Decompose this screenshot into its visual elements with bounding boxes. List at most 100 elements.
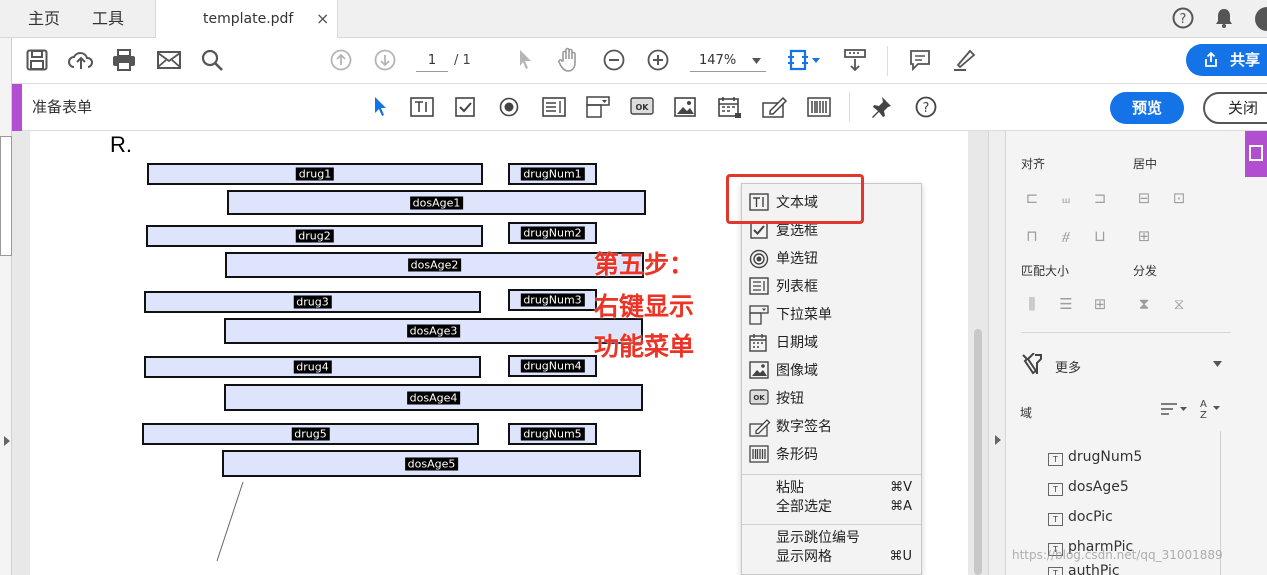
form-field-dosage1[interactable]: dosAge1 [227, 190, 646, 215]
bell-icon[interactable] [1214, 7, 1234, 29]
calendar-icon [749, 333, 769, 353]
form-field-drug4[interactable]: drug4 [144, 356, 481, 378]
field-list-item[interactable]: TdrugNum5 [1048, 448, 1142, 466]
page-fit-icon[interactable] [787, 47, 823, 73]
preview-button[interactable]: 预览 [1110, 92, 1184, 124]
close-form-button[interactable]: 关闭 [1203, 92, 1267, 124]
next-page-icon[interactable] [374, 49, 396, 71]
menu-item-image[interactable]: 图像域 [742, 357, 921, 385]
menu-item-radio[interactable]: 单选钮 [742, 245, 921, 273]
field-label: drug3 [293, 295, 332, 309]
menu-item-paste[interactable]: 粘贴 ⌘V [742, 478, 921, 498]
ok-button-tool-icon[interactable]: OK [630, 97, 654, 115]
form-field-drugnum1[interactable]: drugNum1 [508, 163, 597, 185]
form-field-drugnum2[interactable]: drugNum2 [508, 222, 597, 244]
close-tab-icon[interactable]: × [316, 0, 329, 38]
zoom-in-icon[interactable] [647, 49, 669, 71]
barcode-tool-icon[interactable] [807, 97, 831, 117]
checkbox-tool-icon[interactable] [455, 97, 475, 117]
form-field-dosage5[interactable]: dosAge5 [222, 450, 641, 477]
help-icon[interactable]: ? [1172, 7, 1194, 29]
form-field-drugnum5[interactable]: drugNum5 [508, 423, 597, 445]
page-thumbnail[interactable] [0, 136, 12, 256]
menu-item-signature[interactable]: 数字签名 [742, 413, 921, 441]
more-label[interactable]: 更多 [1055, 357, 1081, 376]
form-field-drugnum3[interactable]: drugNum3 [508, 289, 597, 311]
match-width-icon[interactable]: ⫼ [1022, 294, 1042, 314]
print-icon[interactable] [112, 49, 136, 71]
field-list-item[interactable]: TdosAge5 [1048, 478, 1129, 496]
align-left-icon[interactable]: ⊏ [1022, 188, 1042, 208]
previous-page-icon[interactable] [330, 49, 352, 71]
form-field-drug1[interactable]: drug1 [147, 163, 483, 185]
right-panel-collapse-strip[interactable] [988, 131, 1006, 575]
page-number-input[interactable]: 1 [416, 50, 448, 72]
match-height-icon[interactable]: ☰ [1056, 294, 1076, 314]
distribute-vertical-icon[interactable]: ⧖ [1169, 294, 1189, 314]
tab-document[interactable]: template.pdf × [155, 0, 338, 39]
svg-text:A: A [1200, 399, 1207, 410]
distribute-horizontal-icon[interactable]: ⧗ [1134, 294, 1154, 314]
collapse-right-panel-icon[interactable] [994, 435, 1002, 445]
more-chevron-down-icon[interactable] [1213, 361, 1222, 367]
mail-icon[interactable] [157, 50, 181, 70]
form-field-dosage2[interactable]: dosAge2 [225, 252, 644, 278]
text-field-tool-icon[interactable] [410, 97, 434, 117]
list-box-tool-icon[interactable] [542, 97, 566, 117]
field-list-item[interactable]: TauthPic [1048, 562, 1120, 575]
menu-item-select-all[interactable]: 全部选定 ⌘A [742, 497, 921, 517]
save-icon[interactable] [26, 49, 48, 71]
tab-tools[interactable]: 工具 [92, 0, 124, 38]
form-field-drug2[interactable]: drug2 [146, 225, 483, 247]
center-horizontal-icon[interactable]: ⊟ [1134, 188, 1154, 208]
form-field-drugnum4[interactable]: drugNum4 [508, 355, 597, 377]
radio-tool-icon[interactable] [499, 97, 519, 117]
menu-item-list-box[interactable]: 列表框 [742, 273, 921, 301]
form-bar-accent [12, 84, 22, 131]
align-right-icon[interactable]: ⊐ [1090, 188, 1110, 208]
form-field-drug3[interactable]: drug3 [144, 291, 481, 313]
form-field-drug5[interactable]: drug5 [142, 423, 479, 445]
align-middle-icon[interactable]: ⧣ [1056, 226, 1076, 246]
menu-item-barcode[interactable]: 条形码 [742, 441, 921, 469]
field-list-item[interactable]: TdocPic [1048, 508, 1113, 526]
selection-arrow-icon[interactable] [373, 96, 389, 118]
sort-lines-icon[interactable] [1160, 402, 1188, 416]
share-button[interactable]: 共享 [1186, 44, 1267, 76]
select-arrow-icon[interactable] [517, 48, 535, 72]
tab-home[interactable]: 主页 [28, 0, 60, 38]
comment-icon[interactable] [909, 49, 931, 71]
align-center-horizontal-icon[interactable]: ⧢ [1056, 188, 1076, 208]
align-bottom-icon[interactable]: ⊔ [1090, 226, 1110, 246]
form-help-icon[interactable]: ? [915, 96, 937, 118]
left-navigation-strip [0, 38, 12, 575]
form-field-dosage3[interactable]: dosAge3 [224, 318, 643, 344]
signature-tool-icon[interactable] [762, 95, 788, 119]
date-tool-icon[interactable] [718, 95, 742, 119]
zoom-chevron-down-icon[interactable] [752, 58, 761, 64]
search-icon[interactable] [201, 49, 223, 71]
zoom-out-icon[interactable] [603, 49, 625, 71]
form-field-dosage4[interactable]: dosAge4 [224, 384, 643, 411]
menu-item-date[interactable]: 日期域 [742, 329, 921, 357]
menu-item-dropdown[interactable]: 下拉菜单 [742, 301, 921, 329]
center-both-icon[interactable]: ⊞ [1134, 226, 1154, 246]
align-top-icon[interactable]: ⊓ [1022, 226, 1042, 246]
highlight-pen-icon[interactable] [952, 48, 978, 72]
pin-icon[interactable] [870, 96, 892, 118]
show-grid-shortcut: ⌘U [889, 549, 912, 564]
menu-item-button[interactable]: OK 按钮 [742, 385, 921, 413]
match-both-icon[interactable]: ⊞ [1090, 294, 1110, 314]
dropdown-tool-icon[interactable] [586, 96, 610, 118]
upload-cloud-icon[interactable] [68, 49, 94, 71]
avatar[interactable] [1255, 7, 1267, 31]
expand-left-icon[interactable] [3, 436, 11, 446]
image-tool-icon[interactable] [674, 97, 696, 117]
sort-alpha-icon[interactable]: AZ [1198, 397, 1222, 419]
center-vertical-icon[interactable]: ⊡ [1169, 188, 1189, 208]
menu-item-show-grid[interactable]: 显示网格 ⌘U [742, 547, 921, 567]
document-scrollbar[interactable] [974, 329, 982, 575]
menu-item-show-tab-order[interactable]: 显示跳位编号 [742, 528, 921, 548]
hand-tool-icon[interactable] [557, 47, 581, 73]
scroll-mode-icon[interactable] [843, 48, 867, 72]
